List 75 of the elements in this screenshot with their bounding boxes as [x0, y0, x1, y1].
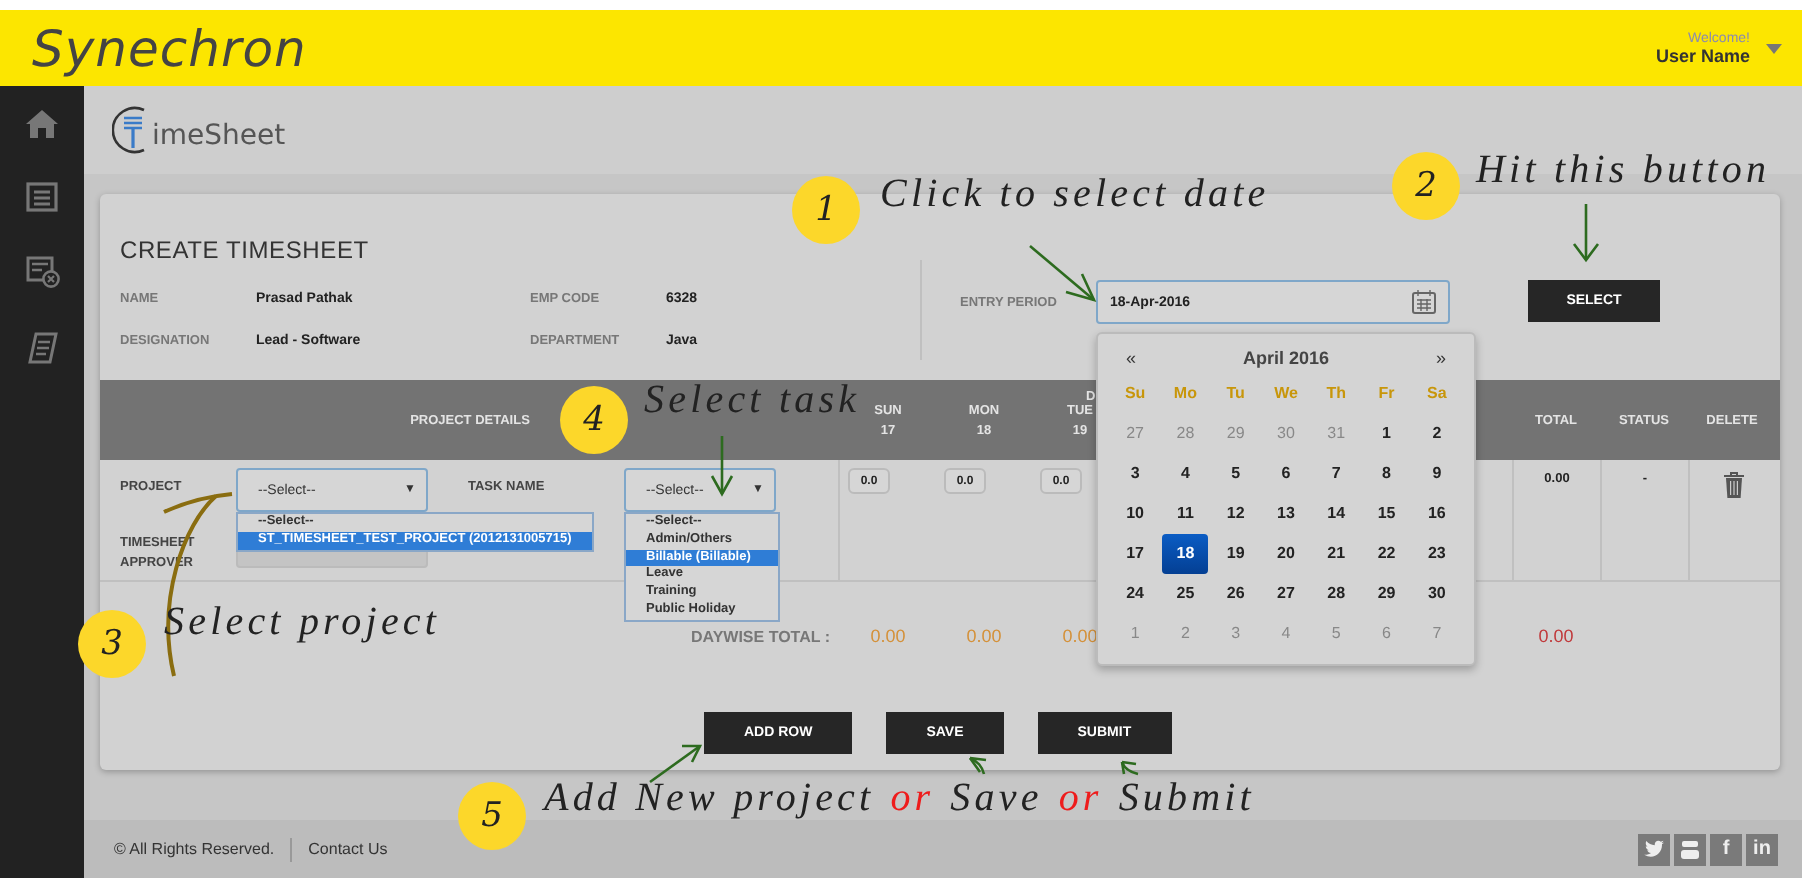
user-name[interactable]: User Name: [1655, 45, 1750, 65]
daywise-total-value: 0.00: [1060, 626, 1100, 646]
calendar-day[interactable]: 15: [1361, 494, 1412, 534]
calendar-day[interactable]: 30: [1411, 574, 1462, 614]
calendar-day[interactable]: 27: [1260, 574, 1312, 614]
calendar-day[interactable]: 18: [1162, 534, 1209, 574]
brand-logo: Synechron: [32, 19, 307, 77]
calendar-day[interactable]: 2: [1411, 414, 1462, 454]
arrow: [649, 744, 703, 784]
calendar-day[interactable]: 17: [1110, 534, 1161, 574]
weekday-label: Mo: [1171, 382, 1199, 406]
calendar-day[interactable]: 7: [1311, 454, 1362, 494]
daywise-total-value: 0.00: [964, 626, 1004, 646]
arrow: [1120, 760, 1139, 776]
calendar-day[interactable]: 6: [1260, 454, 1312, 494]
calendar-day[interactable]: 14: [1311, 494, 1362, 534]
calendar-day[interactable]: 12: [1210, 494, 1261, 534]
calendar-day[interactable]: 13: [1260, 494, 1312, 534]
annotation-text: Save: [950, 776, 1043, 822]
month-title: April 2016: [1242, 348, 1330, 368]
annotation-text: Add New project: [544, 776, 875, 822]
annotation-text: or: [1058, 776, 1103, 822]
calendar-day[interactable]: 8: [1361, 454, 1412, 494]
copyright-text: © All Rights Reserved.: [114, 840, 275, 858]
arrow: [1572, 204, 1600, 263]
calendar-day[interactable]: 29: [1361, 574, 1412, 614]
annotation-text: or: [890, 776, 935, 822]
calendar-day[interactable]: 28: [1311, 574, 1362, 614]
calendar-day[interactable]: 20: [1260, 534, 1312, 574]
calendar-day[interactable]: 19: [1210, 534, 1261, 574]
calendar-day[interactable]: 5: [1210, 454, 1261, 494]
calendar-day[interactable]: 16: [1411, 494, 1462, 534]
arrow: [710, 436, 734, 497]
calendar-day[interactable]: 22: [1361, 534, 1412, 574]
calendar-day[interactable]: 25: [1160, 574, 1211, 614]
calendar-day[interactable]: 9: [1411, 454, 1462, 494]
linkedin-link[interactable]: in: [1746, 833, 1778, 865]
calendar-day[interactable]: 1: [1361, 414, 1412, 454]
weekday-label: We: [1272, 382, 1300, 406]
calendar-day[interactable]: 3: [1110, 454, 1161, 494]
trash-icon[interactable]: [1723, 472, 1743, 498]
list-icon[interactable]: [26, 182, 58, 212]
calendar-icon[interactable]: [25, 256, 59, 288]
daywise-total-label: DAYWISE TOTAL :: [691, 627, 830, 645]
weekday-label: Th: [1324, 382, 1349, 406]
calendar-day[interactable]: 23: [1411, 534, 1462, 574]
calendar-day[interactable]: 10: [1110, 494, 1161, 534]
weekday-label: Tu: [1224, 382, 1247, 406]
video-icon[interactable]: [1674, 833, 1706, 865]
calendar-day[interactable]: 26: [1210, 574, 1261, 614]
annotation-text: Submit: [1118, 776, 1255, 822]
calendar-icon[interactable]: [1412, 290, 1436, 314]
prev-month-button[interactable]: «: [1126, 348, 1137, 368]
document-icon[interactable]: [25, 332, 59, 366]
calendar-day[interactable]: 24: [1110, 574, 1161, 614]
annotation-text: Click to select date: [880, 172, 1270, 218]
contact-link[interactable]: Contact Us: [308, 840, 388, 858]
form-title: CREATE TIMESHEET: [120, 236, 371, 264]
daywise-total-value: 0.00: [868, 626, 908, 646]
annotation-text: Hit this button: [1476, 148, 1771, 194]
calendar-day[interactable]: 4: [1160, 454, 1211, 494]
annotation-text: Select task: [644, 378, 861, 424]
caret-icon[interactable]: [1766, 43, 1782, 53]
calendar-day[interactable]: 21: [1311, 534, 1362, 574]
grand-total-value: 0.00: [1536, 626, 1576, 646]
next-month-button[interactable]: »: [1435, 348, 1446, 368]
arrow: [968, 756, 988, 775]
weekday-label: Sa: [1425, 382, 1449, 406]
twitter-icon[interactable]: [1638, 833, 1670, 865]
weekday-label: Fr: [1376, 382, 1397, 406]
facebook-link[interactable]: f: [1710, 833, 1742, 865]
weekday-label: Su: [1122, 382, 1148, 406]
calendar-day[interactable]: 11: [1160, 494, 1211, 534]
app-logo-text: imeSheet: [152, 120, 286, 152]
home-icon[interactable]: [26, 110, 58, 138]
